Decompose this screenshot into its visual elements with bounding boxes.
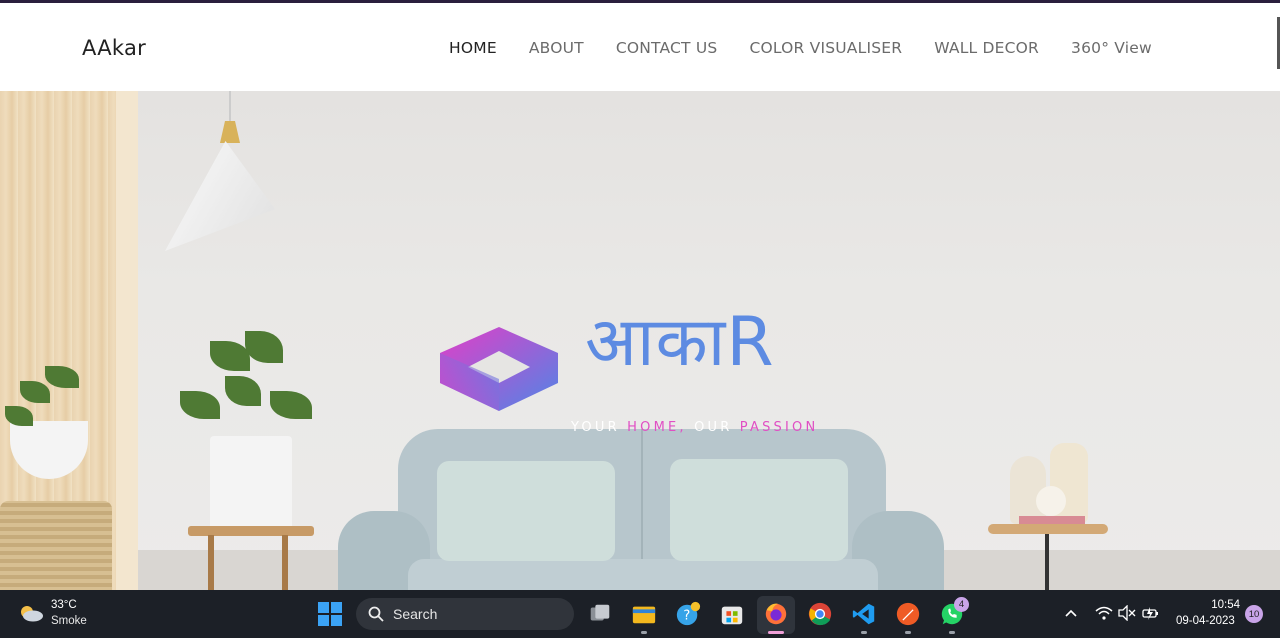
weather-icon <box>21 606 43 622</box>
battery-charging-icon[interactable] <box>1142 605 1160 621</box>
side-table-image <box>988 524 1108 534</box>
running-indicator <box>861 631 867 634</box>
hero-banner: आकाR YOUR HOME, OUR PASSION <box>0 91 1280 590</box>
main-nav: HOME ABOUT CONTACT US COLOR VISUALISER W… <box>449 39 1184 57</box>
hero-logo-text: आकाR <box>585 303 775 382</box>
stool-leg <box>282 535 288 590</box>
stool-leg <box>208 535 214 590</box>
leaf-decor <box>245 331 283 363</box>
books-image <box>1019 516 1085 524</box>
leaf-decor <box>225 376 261 406</box>
file-explorer-icon[interactable] <box>630 600 658 628</box>
plant-pot-image <box>210 436 292 531</box>
tagline-part: OUR <box>686 420 740 435</box>
svg-text:?: ? <box>683 609 690 624</box>
help-icon[interactable]: ? <box>674 600 702 628</box>
nav-wall-decor[interactable]: WALL DECOR <box>934 39 1039 57</box>
search-icon <box>368 606 384 622</box>
store-icon[interactable] <box>718 600 746 628</box>
weather-temp: 33°C <box>51 599 77 611</box>
aakar-logo-icon <box>440 327 558 411</box>
whatsapp-badge: 4 <box>954 597 969 612</box>
hero-tagline: YOUR HOME, OUR PASSION <box>571 420 818 435</box>
leaf-decor <box>270 391 312 419</box>
nav-home[interactable]: HOME <box>449 39 497 57</box>
vase-image <box>1036 486 1066 516</box>
nav-color-visualiser[interactable]: COLOR VISUALISER <box>749 39 902 57</box>
start-icon[interactable] <box>318 602 342 626</box>
brand-logo[interactable]: AAkar <box>82 36 146 60</box>
pendant-lamp-image <box>165 141 275 251</box>
running-indicator <box>641 631 647 634</box>
site-header: AAkar HOME ABOUT CONTACT US COLOR VISUAL… <box>0 3 1280 91</box>
clock-time[interactable]: 10:54 <box>1206 599 1240 611</box>
running-indicator <box>949 631 955 634</box>
notification-badge[interactable]: 10 <box>1245 605 1263 623</box>
weather-condition: Smoke <box>51 615 87 627</box>
cushion-left <box>437 461 615 561</box>
vscode-icon[interactable] <box>850 600 878 628</box>
tagline-part: HOME, <box>627 420 687 435</box>
wood-edge-decor <box>116 91 138 590</box>
tagline-part: YOUR <box>571 420 628 435</box>
cushion-right <box>670 459 848 561</box>
volume-muted-icon[interactable] <box>1118 605 1136 621</box>
clock-date[interactable]: 09-04-2023 <box>1176 615 1235 627</box>
firefox-icon[interactable] <box>762 600 790 628</box>
task-view-icon[interactable] <box>586 600 614 628</box>
search-label: Search <box>393 606 438 622</box>
active-indicator <box>768 631 784 634</box>
nav-about[interactable]: ABOUT <box>529 39 584 57</box>
running-indicator <box>905 631 911 634</box>
lamp-cord <box>229 91 231 123</box>
postman-icon[interactable] <box>894 600 922 628</box>
nav-contact-us[interactable]: CONTACT US <box>616 39 718 57</box>
sofa-seat <box>408 559 878 590</box>
lamp-cap <box>220 121 240 143</box>
stool-image <box>188 526 314 536</box>
leaf-decor <box>180 391 220 419</box>
chrome-icon[interactable] <box>806 600 834 628</box>
nav-360-view[interactable]: 360° View <box>1071 39 1152 57</box>
tagline-part: PASSION <box>739 420 819 435</box>
chevron-up-icon[interactable] <box>1064 607 1078 621</box>
taskbar-search[interactable]: Search <box>356 598 574 630</box>
leaf-decor <box>210 341 250 371</box>
wifi-icon[interactable] <box>1095 605 1113 621</box>
side-table-leg <box>1045 534 1049 590</box>
basket-image <box>0 501 112 590</box>
